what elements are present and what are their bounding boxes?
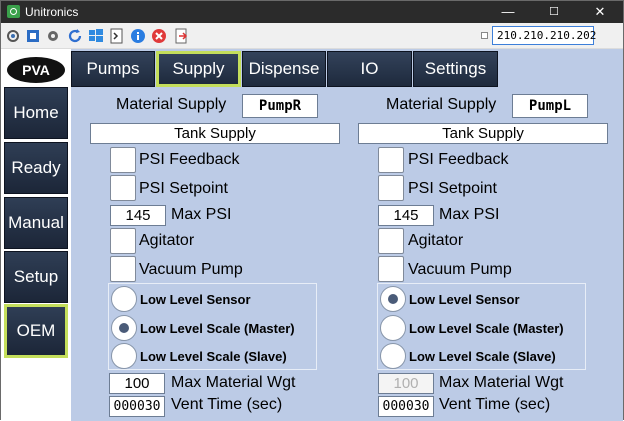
left-max-psi-label: Max PSI	[171, 206, 232, 223]
right-psi-feedback-label: PSI Feedback	[408, 151, 509, 168]
windows-icon[interactable]	[88, 28, 104, 44]
tab-pumps[interactable]: Pumps	[71, 51, 155, 87]
minimize-button[interactable]: —	[485, 1, 531, 23]
tab-io[interactable]: IO	[327, 51, 412, 87]
right-max-psi-label: Max PSI	[439, 206, 500, 223]
right-tank-supply-field[interactable]: Tank Supply	[358, 123, 608, 144]
left-low-level-scale-slave-radio[interactable]	[111, 343, 137, 369]
ip-address-field[interactable]: 210.210.210.202	[492, 26, 596, 45]
hmi-panel: PVA Home Ready Manual Setup OEM Pumps Su…	[1, 49, 623, 421]
left-psi-setpoint-checkbox[interactable]	[110, 175, 136, 201]
left-tank-supply-field[interactable]: Tank Supply	[90, 123, 340, 144]
left-low-level-sensor-label: Low Level Sensor	[140, 292, 251, 307]
left-psi-feedback-checkbox[interactable]	[110, 147, 136, 173]
right-vent-time-input[interactable]: 000030	[378, 396, 434, 417]
nav-setup-button[interactable]: Setup	[4, 251, 68, 303]
left-max-material-wgt-label: Max Material Wgt	[171, 374, 296, 391]
nav-manual-button[interactable]: Manual	[4, 197, 68, 249]
right-max-material-wgt-input[interactable]: 100	[378, 373, 434, 394]
tab-supply[interactable]: Supply	[156, 51, 241, 87]
right-low-level-sensor-radio[interactable]	[380, 286, 406, 312]
title-bar: Unitronics — ☐ ✕	[1, 1, 623, 23]
left-low-level-scale-master-radio[interactable]	[111, 315, 137, 341]
stop-icon[interactable]	[151, 28, 167, 44]
left-max-material-wgt-input[interactable]: 100	[109, 373, 165, 394]
right-agitator-label: Agitator	[408, 232, 464, 249]
tab-dispense[interactable]: Dispense	[242, 51, 326, 87]
left-max-psi-input[interactable]: 145	[110, 205, 166, 226]
right-psi-setpoint-checkbox[interactable]	[378, 175, 404, 201]
tab-settings[interactable]: Settings	[413, 51, 498, 87]
window-title: Unitronics	[25, 5, 79, 19]
exit-icon[interactable]	[173, 28, 189, 44]
left-material-supply-label: Material Supply	[116, 96, 227, 113]
left-low-level-scale-slave-label: Low Level Scale (Slave)	[140, 349, 287, 364]
settings-icon[interactable]	[45, 28, 61, 44]
right-vacuum-pump-checkbox[interactable]	[378, 256, 404, 282]
left-low-level-scale-master-label: Low Level Scale (Master)	[140, 321, 295, 336]
left-agitator-label: Agitator	[139, 232, 195, 249]
side-navigation: PVA Home Ready Manual Setup OEM	[1, 49, 71, 421]
right-max-material-wgt-label: Max Material Wgt	[439, 374, 564, 391]
right-psi-feedback-checkbox[interactable]	[378, 147, 404, 173]
ip-lock-checkbox[interactable]	[481, 32, 488, 39]
left-psi-setpoint-label: PSI Setpoint	[139, 180, 228, 197]
left-vent-time-input[interactable]: 000030	[109, 396, 165, 417]
app-window: Unitronics — ☐ ✕ 210.210.210.202 PVA Hom…	[0, 0, 624, 421]
nav-oem-button[interactable]: OEM	[4, 304, 68, 358]
right-low-level-scale-slave-radio[interactable]	[380, 343, 406, 369]
nav-home-button[interactable]: Home	[4, 87, 68, 139]
pva-logo: PVA	[7, 57, 65, 83]
right-low-level-scale-master-radio[interactable]	[380, 315, 406, 341]
info-icon[interactable]	[130, 28, 146, 44]
left-vacuum-pump-label: Vacuum Pump	[139, 261, 243, 278]
right-low-level-sensor-label: Low Level Sensor	[409, 292, 520, 307]
right-low-level-scale-slave-label: Low Level Scale (Slave)	[409, 349, 556, 364]
right-low-level-radio-group: Low Level Sensor Low Level Scale (Master…	[377, 283, 586, 370]
fullscreen-icon[interactable]	[25, 28, 41, 44]
maximize-button[interactable]: ☐	[531, 1, 577, 23]
nav-ready-button[interactable]: Ready	[4, 142, 68, 194]
right-vent-time-label: Vent Time (sec)	[439, 396, 551, 413]
unitronics-app-icon	[7, 5, 20, 18]
svg-text:PVA: PVA	[22, 62, 50, 78]
right-agitator-checkbox[interactable]	[378, 228, 404, 254]
right-psi-setpoint-label: PSI Setpoint	[408, 180, 497, 197]
toolbar: 210.210.210.202	[1, 23, 623, 49]
left-pump-selector[interactable]: PumpR	[242, 94, 318, 118]
right-vacuum-pump-label: Vacuum Pump	[408, 261, 512, 278]
left-low-level-radio-group: Low Level Sensor Low Level Scale (Master…	[108, 283, 317, 370]
right-pump-selector[interactable]: PumpL	[512, 94, 588, 118]
refresh-icon[interactable]	[67, 28, 83, 44]
close-button[interactable]: ✕	[577, 1, 623, 23]
left-vacuum-pump-checkbox[interactable]	[110, 256, 136, 282]
right-low-level-scale-master-label: Low Level Scale (Master)	[409, 321, 564, 336]
left-low-level-sensor-radio[interactable]	[111, 286, 137, 312]
left-psi-feedback-label: PSI Feedback	[139, 151, 240, 168]
left-agitator-checkbox[interactable]	[110, 228, 136, 254]
right-material-supply-label: Material Supply	[386, 96, 497, 113]
terminal-icon[interactable]	[109, 28, 125, 44]
left-vent-time-label: Vent Time (sec)	[171, 396, 283, 413]
connect-icon[interactable]	[5, 28, 21, 44]
right-max-psi-input[interactable]: 145	[378, 205, 434, 226]
